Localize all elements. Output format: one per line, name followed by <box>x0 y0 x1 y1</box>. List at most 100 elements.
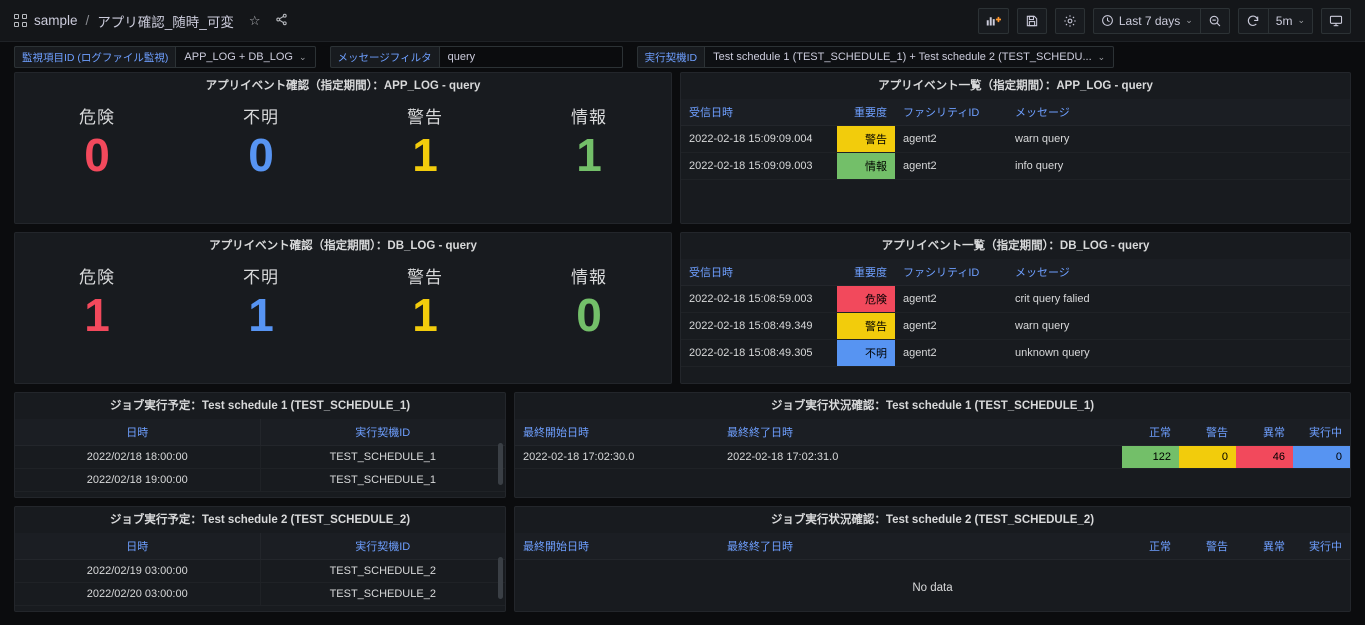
column-header-datetime[interactable]: 日時 <box>15 532 261 560</box>
page-title[interactable]: アプリ確認_随時_可変 <box>97 11 234 31</box>
cell-datetime: 2022/02/19 03:00:00 <box>15 559 261 583</box>
panel-schedule-2[interactable]: ジョブ実行予定：Test schedule 2 (TEST_SCHEDULE_2… <box>14 506 506 612</box>
cell-message: info query <box>1007 152 1350 180</box>
table-row[interactable]: 2022/02/18 19:00:00 TEST_SCHEDULE_1 <box>15 468 505 492</box>
stat-value: 1 <box>248 288 274 341</box>
column-header-error[interactable]: 異常 <box>1236 532 1293 560</box>
refresh-button[interactable] <box>1237 7 1268 34</box>
column-header-trigger[interactable]: 実行契機ID <box>260 418 505 446</box>
breadcrumb-folder[interactable]: sample <box>34 13 78 28</box>
column-header-time[interactable]: 受信日時 <box>681 258 837 286</box>
cell-normal-count: 122 <box>1122 445 1179 469</box>
variable-select[interactable]: APP_LOG + DB_LOG ⌄ <box>175 46 316 68</box>
column-header-end[interactable]: 最終終了日時 <box>719 532 1122 560</box>
panel-title[interactable]: アプリイベント一覧（指定期間）：DB_LOG - query <box>681 233 1350 259</box>
cell-time: 2022-02-18 15:08:59.003 <box>681 285 837 313</box>
add-panel-button[interactable] <box>977 7 1009 34</box>
column-header-normal[interactable]: 正常 <box>1122 532 1179 560</box>
table-row[interactable]: 2022-02-18 15:08:49.349 警告 agent2 warn q… <box>681 312 1350 340</box>
table-row[interactable]: 2022/02/19 03:00:00 TEST_SCHEDULE_2 <box>15 559 505 583</box>
vertical-scrollbar[interactable] <box>498 443 503 485</box>
panel-title[interactable]: ジョブ実行状況確認：Test schedule 1 (TEST_SCHEDULE… <box>515 393 1350 419</box>
panel-title[interactable]: アプリイベント確認（指定期間）：DB_LOG - query <box>15 233 671 259</box>
variable-trigger-id: 実行契機ID Test schedule 1 (TEST_SCHEDULE_1)… <box>636 46 1115 68</box>
time-range-label: Last 7 days <box>1118 13 1181 28</box>
stat-value: 0 <box>84 128 110 181</box>
column-header-datetime[interactable]: 日時 <box>15 418 261 446</box>
panel-schedule-1[interactable]: ジョブ実行予定：Test schedule 1 (TEST_SCHEDULE_1… <box>14 392 506 498</box>
column-header-trigger[interactable]: 実行契機ID <box>260 532 505 560</box>
stat-cell[interactable]: 情報 1 <box>507 103 671 182</box>
status-badge: 情報 <box>837 152 895 179</box>
share-icon[interactable] <box>275 13 288 28</box>
column-header-warn[interactable]: 警告 <box>1179 532 1236 560</box>
cell-facility: agent2 <box>895 285 1007 313</box>
column-header-end[interactable]: 最終終了日時 <box>719 418 1122 446</box>
column-header-warn[interactable]: 警告 <box>1179 418 1236 446</box>
cell-trigger: TEST_SCHEDULE_2 <box>260 559 505 583</box>
panel-job-status-2[interactable]: ジョブ実行状況確認：Test schedule 2 (TEST_SCHEDULE… <box>514 506 1351 612</box>
column-header-message[interactable]: メッセージ <box>1007 98 1350 126</box>
column-header-error[interactable]: 異常 <box>1236 418 1293 446</box>
stat-cell[interactable]: 不明 0 <box>179 103 343 182</box>
panel-job-status-1[interactable]: ジョブ実行状況確認：Test schedule 1 (TEST_SCHEDULE… <box>514 392 1351 498</box>
panel-title[interactable]: アプリイベント確認（指定期間）：APP_LOG - query <box>15 73 671 99</box>
panel-table-app-log[interactable]: アプリイベント一覧（指定期間）：APP_LOG - query 受信日時 重要度… <box>680 72 1351 224</box>
dashboard-row-4: ジョブ実行予定：Test schedule 2 (TEST_SCHEDULE_2… <box>14 506 1351 612</box>
table-row[interactable]: 2022/02/20 03:00:00 TEST_SCHEDULE_2 <box>15 582 505 606</box>
panel-stat-db-log[interactable]: アプリイベント確認（指定期間）：DB_LOG - query 危険 1 不明 1… <box>14 232 672 384</box>
column-header-severity[interactable]: 重要度 <box>837 258 895 286</box>
variable-textbox[interactable]: query <box>438 46 623 68</box>
refresh-interval-label: 5m <box>1275 13 1293 28</box>
kiosk-mode-button[interactable] <box>1321 7 1351 34</box>
stat-cell[interactable]: 危険 0 <box>15 103 179 182</box>
column-header-time[interactable]: 受信日時 <box>681 98 837 126</box>
schedule-1-table: 日時 実行契機ID 2022/02/18 18:00:00 TEST_SCHED… <box>15 418 505 492</box>
panel-stat-app-log[interactable]: アプリイベント確認（指定期間）：APP_LOG - query 危険 0 不明 … <box>14 72 672 224</box>
table-row[interactable]: 2022-02-18 15:08:49.305 不明 agent2 unknow… <box>681 339 1350 367</box>
breadcrumb: sample / アプリ確認_随時_可変 ☆ <box>14 11 288 31</box>
stat-cell[interactable]: 警告 1 <box>343 103 507 182</box>
refresh-interval-picker[interactable]: 5m ⌄ <box>1267 7 1313 34</box>
table-row[interactable]: 2022-02-18 15:09:09.004 警告 agent2 warn q… <box>681 125 1350 153</box>
stat-cell[interactable]: 情報 0 <box>507 263 671 342</box>
table-row[interactable]: 2022/02/18 18:00:00 TEST_SCHEDULE_1 <box>15 445 505 469</box>
table-row[interactable]: 2022-02-18 15:09:09.003 情報 agent2 info q… <box>681 152 1350 180</box>
panel-title[interactable]: ジョブ実行予定：Test schedule 1 (TEST_SCHEDULE_1… <box>15 393 505 419</box>
job-status-1-table: 最終開始日時 最終終了日時 正常 警告 異常 実行中 2022-02-18 17… <box>515 418 1350 469</box>
column-header-severity[interactable]: 重要度 <box>837 98 895 126</box>
stat-cell[interactable]: 不明 1 <box>179 263 343 342</box>
panel-title[interactable]: ジョブ実行予定：Test schedule 2 (TEST_SCHEDULE_2… <box>15 507 505 533</box>
column-header-normal[interactable]: 正常 <box>1122 418 1179 446</box>
zoom-out-time-button[interactable] <box>1199 7 1230 34</box>
column-header-message[interactable]: メッセージ <box>1007 258 1350 286</box>
table-row[interactable]: 2022-02-18 17:02:30.0 2022-02-18 17:02:3… <box>515 445 1350 469</box>
stat-cell[interactable]: 危険 1 <box>15 263 179 342</box>
dashboard-settings-button[interactable] <box>1054 7 1085 34</box>
table-row[interactable]: 2022-02-18 15:08:59.003 危険 agent2 crit q… <box>681 285 1350 313</box>
panel-title[interactable]: ジョブ実行状況確認：Test schedule 2 (TEST_SCHEDULE… <box>515 507 1350 533</box>
stat-label: 危険 <box>79 107 115 127</box>
time-range-picker[interactable]: Last 7 days ⌄ <box>1092 7 1200 34</box>
table-header-row: 日時 実行契機ID <box>15 532 505 560</box>
no-data-message: No data <box>912 581 953 594</box>
status-badge: 警告 <box>837 312 895 339</box>
toolbar: Last 7 days ⌄ 5m ⌄ <box>977 7 1351 34</box>
cell-severity: 警告 <box>837 125 895 153</box>
stat-cell[interactable]: 警告 1 <box>343 263 507 342</box>
save-dashboard-button[interactable] <box>1016 7 1047 34</box>
column-header-start[interactable]: 最終開始日時 <box>515 418 719 446</box>
column-header-facility[interactable]: ファシリティID <box>895 98 1007 126</box>
star-icon[interactable]: ☆ <box>249 14 261 27</box>
column-header-start[interactable]: 最終開始日時 <box>515 532 719 560</box>
vertical-scrollbar[interactable] <box>498 557 503 599</box>
column-header-facility[interactable]: ファシリティID <box>895 258 1007 286</box>
variable-select[interactable]: Test schedule 1 (TEST_SCHEDULE_1) + Test… <box>704 46 1115 68</box>
panel-title[interactable]: アプリイベント一覧（指定期間）：APP_LOG - query <box>681 73 1350 99</box>
panel-table-db-log[interactable]: アプリイベント一覧（指定期間）：DB_LOG - query 受信日時 重要度 … <box>680 232 1351 384</box>
add-panel-icon <box>986 16 1001 25</box>
column-header-running[interactable]: 実行中 <box>1293 532 1350 560</box>
column-header-running[interactable]: 実行中 <box>1293 418 1350 446</box>
cell-warn-count: 0 <box>1179 445 1236 469</box>
table-header-row: 最終開始日時 最終終了日時 正常 警告 異常 実行中 <box>515 418 1350 446</box>
